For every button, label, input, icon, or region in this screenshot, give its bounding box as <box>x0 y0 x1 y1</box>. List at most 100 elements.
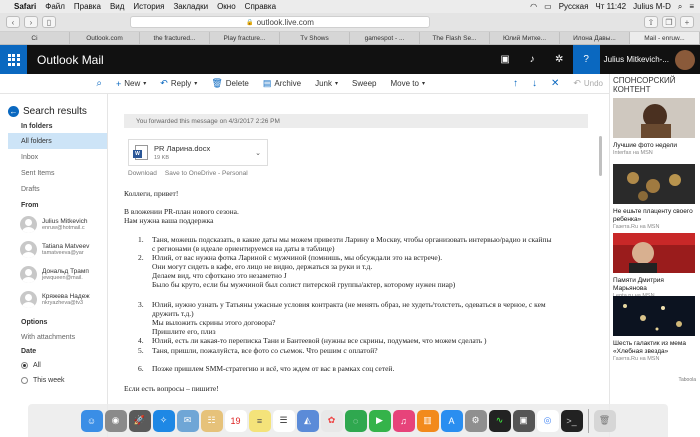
contacts-icon[interactable]: ☷ <box>200 409 223 432</box>
tab-8[interactable]: Илона Давы... <box>560 32 630 44</box>
chevron-down-icon[interactable]: ⌄ <box>255 149 261 157</box>
sponsored-content: СПОНСОРСКИЙ КОНТЕНТ Лучшие фото недели I… <box>609 74 700 437</box>
share-icon[interactable]: ⇧ <box>644 16 658 28</box>
sender-filter[interactable]: Дональд Трамп jewqueen@mail. <box>0 262 107 287</box>
back-arrow-icon[interactable]: ← <box>8 106 19 117</box>
photo-booth-icon[interactable]: ▣ <box>512 409 535 432</box>
clock[interactable]: Чт 11:42 <box>595 2 626 11</box>
brand-title[interactable]: Outlook Mail <box>37 53 104 67</box>
trash-icon[interactable]: 🗑 <box>593 409 616 432</box>
facetime-icon[interactable]: ▶ <box>368 409 391 432</box>
download-link[interactable]: Download <box>128 170 157 177</box>
tab-7[interactable]: Юлий Митке... <box>490 32 560 44</box>
tab-3[interactable]: Play fracture... <box>210 32 280 44</box>
folder-inbox[interactable]: Inbox <box>0 149 107 165</box>
arrow-up-icon[interactable]: ↑ <box>513 78 518 89</box>
messages-icon[interactable]: ◌ <box>344 409 367 432</box>
undo-button[interactable]: ↶ Undo <box>573 78 603 89</box>
tab-0[interactable]: Ci <box>0 32 70 44</box>
bell-icon[interactable]: ♪ <box>519 45 546 74</box>
menu-window[interactable]: Окно <box>217 2 236 11</box>
tab-6[interactable]: The Flash Se... <box>420 32 490 44</box>
activity-monitor-icon[interactable]: ∿ <box>488 409 511 432</box>
menu-view[interactable]: Вид <box>110 2 124 11</box>
tabs-icon[interactable]: ❐ <box>662 16 676 28</box>
move-to-button[interactable]: Move to ▾ <box>390 79 424 88</box>
app-store-icon[interactable]: A <box>440 409 463 432</box>
menu-app-name[interactable]: Safari <box>14 2 36 11</box>
terminal-icon[interactable]: >_ <box>560 409 583 432</box>
arrow-down-icon[interactable]: ↓ <box>532 78 537 89</box>
help-icon[interactable]: ? <box>572 45 600 74</box>
itunes-icon[interactable]: ♫ <box>392 409 415 432</box>
chrome-icon[interactable]: ◎ <box>536 409 559 432</box>
photos-icon[interactable]: ✿ <box>320 409 343 432</box>
wifi-icon[interactable]: ◠ <box>530 2 537 11</box>
sweep-button[interactable]: Sweep <box>352 79 376 88</box>
date-week-radio[interactable]: This week <box>0 373 107 388</box>
finder-icon[interactable]: ☺ <box>80 409 103 432</box>
input-language[interactable]: Русская <box>559 2 589 11</box>
search-icon[interactable]: ⌕ <box>678 2 682 12</box>
safari-icon[interactable]: ✧ <box>152 409 175 432</box>
menu-file[interactable]: Файл <box>45 2 65 11</box>
search-results-back[interactable]: ← Search results <box>0 94 107 117</box>
gear-icon[interactable]: ✲ <box>546 45 573 74</box>
calendar-icon[interactable]: 19 <box>224 409 247 432</box>
reminders-icon[interactable]: ☰ <box>272 409 295 432</box>
ad-item[interactable]: Лучшие фото недели Interfax на MSN <box>613 98 695 156</box>
sender-filter[interactable]: Tatiana Matveev tamatveeva@yar <box>0 237 107 262</box>
tab-4[interactable]: Tv Shows <box>280 32 350 44</box>
menu-edit[interactable]: Правка <box>74 2 101 11</box>
new-button[interactable]: + New ▾ <box>116 79 146 89</box>
maps-icon[interactable]: ◭ <box>296 409 319 432</box>
forward-icon[interactable]: › <box>24 16 38 28</box>
sender-filter[interactable]: Julius Mitkevich enruw@hotmail.c <box>0 212 107 237</box>
folder-all[interactable]: All folders <box>8 133 107 149</box>
avatar[interactable] <box>675 49 695 70</box>
delete-button[interactable]: 🗑 Delete <box>211 78 249 89</box>
menu-history[interactable]: История <box>133 2 164 11</box>
address-bar[interactable]: 🔒 outlook.live.com <box>130 16 430 28</box>
tab-5[interactable]: gamespot - ... <box>350 32 420 44</box>
ad-item[interactable]: Памяти Дмитрия Марьянова Lenta.ru на MSN <box>613 233 695 299</box>
menu-help[interactable]: Справка <box>245 2 276 11</box>
junk-button[interactable]: Junk ▾ <box>315 79 338 88</box>
ad-item[interactable]: Шесть галактик из мема «Хлебная звезда» … <box>613 296 695 362</box>
notes-icon[interactable]: ≡ <box>248 409 271 432</box>
ibooks-icon[interactable]: ▥ <box>416 409 439 432</box>
attachment-card[interactable]: PR Ларина.docx 19 KB ⌄ <box>128 139 268 166</box>
menu-bookmarks[interactable]: Закладки <box>173 2 208 11</box>
reply-button[interactable]: ↶ Reply ▾ <box>160 78 197 89</box>
tab-9[interactable]: Mail - enruw... <box>630 32 700 44</box>
launchpad-icon[interactable]: 🚀 <box>128 409 151 432</box>
archive-button[interactable]: ▤ Archive <box>263 78 301 89</box>
with-attachments-filter[interactable]: With attachments <box>0 329 107 345</box>
battery-icon[interactable]: ▭ <box>544 2 552 11</box>
chevron-down-icon: ▾ <box>143 81 147 87</box>
sidebar-icon[interactable]: ▯ <box>42 16 56 28</box>
mail-icon[interactable]: ✉ <box>176 409 199 432</box>
user-menu[interactable]: Julius M-D <box>633 2 671 11</box>
close-icon[interactable]: ✕ <box>551 78 559 89</box>
date-all-radio[interactable]: All <box>0 358 107 373</box>
folder-sent[interactable]: Sent Items <box>0 165 107 181</box>
list-item: Юлий, нужно узнать у Татьяны ужасные усл… <box>152 300 546 336</box>
app-launcher-icon[interactable] <box>0 45 27 74</box>
ad-item[interactable]: Не ешьте плаценту своего ребенка» Газета… <box>613 164 695 230</box>
ad-image <box>613 98 695 138</box>
chat-icon[interactable]: ▣ <box>492 45 519 74</box>
folder-drafts[interactable]: Drafts <box>0 181 107 197</box>
tab-1[interactable]: Outlook.com <box>70 32 140 44</box>
account-name[interactable]: Julius Mitkevich-... <box>604 55 669 64</box>
save-onedrive-link[interactable]: Save to OneDrive - Personal <box>165 170 248 177</box>
sender-filter[interactable]: Кряжева Надеж nkryazheva@tv3 <box>0 287 107 312</box>
system-preferences-icon[interactable]: ⚙ <box>464 409 487 432</box>
back-icon[interactable]: ‹ <box>6 16 20 28</box>
tab-2[interactable]: the fractured... <box>140 32 210 44</box>
scrollbar[interactable] <box>599 136 602 176</box>
siri-icon[interactable]: ◉ <box>104 409 127 432</box>
search-icon[interactable]: ⌕ <box>0 74 108 94</box>
list-icon[interactable]: ≡ <box>689 2 694 11</box>
new-tab-icon[interactable]: + <box>680 16 694 28</box>
